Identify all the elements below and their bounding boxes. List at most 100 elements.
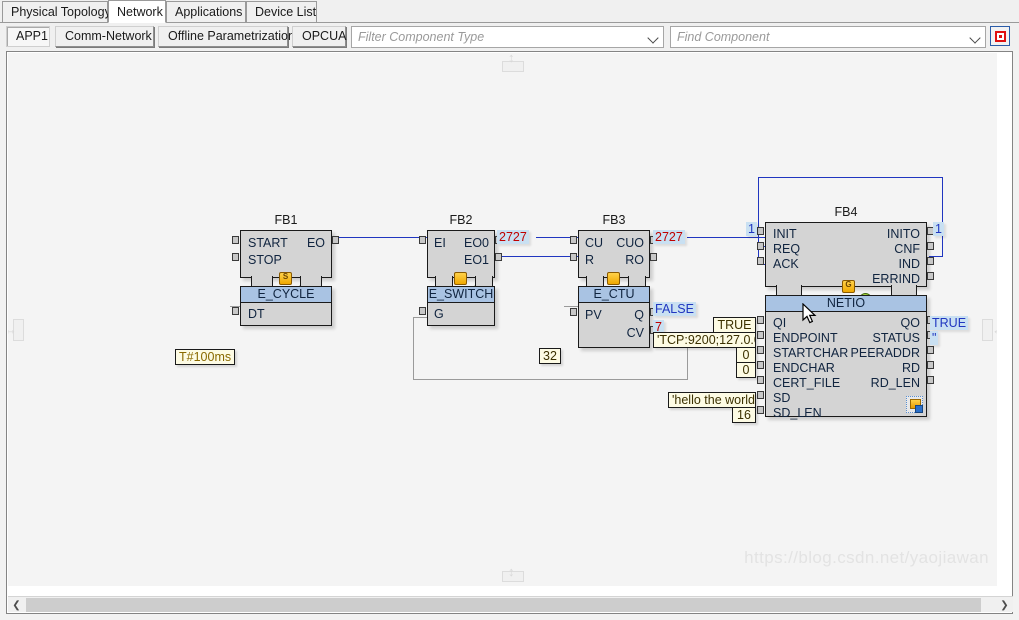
fb4-stub-qi[interactable] (757, 316, 764, 324)
fb4-stub-cnf[interactable] (927, 242, 934, 250)
fb4-pin-endchar[interactable]: ENDCHAR (773, 361, 835, 375)
fb4-event-body[interactable]: INIT REQ ACK INITO CNF IND ERRIND (765, 222, 927, 287)
fb4-pin-cert-file[interactable]: CERT_FILE (773, 376, 840, 390)
fb4-stub-errind[interactable] (927, 272, 934, 280)
literal-fb1-dt[interactable]: T#100ms (175, 349, 236, 365)
fb2-pin-g[interactable]: G (434, 307, 444, 321)
fb4-stub-sd-len[interactable] (757, 406, 764, 414)
chevron-right-icon[interactable]: ❯ (996, 597, 1013, 613)
fb3-pin-pv[interactable]: PV (585, 308, 602, 322)
fb4-stub-sd[interactable] (757, 391, 764, 399)
fb4-stub-peeraddr[interactable] (927, 346, 934, 354)
fb2-pin-eo0[interactable]: EO0 (464, 236, 489, 250)
fb4-pin-req[interactable]: REQ (773, 242, 800, 256)
fb1-data-body[interactable]: E_CYCLE DT (240, 286, 332, 326)
fb4-pin-rd[interactable]: RD (902, 361, 920, 375)
fb3-pin-r[interactable]: R (585, 253, 594, 267)
fb4-stub-rd[interactable] (927, 361, 934, 369)
fb4-pin-inito[interactable]: INITO (887, 227, 920, 241)
tab-network[interactable]: Network (108, 0, 166, 23)
fb1-pin-dt[interactable]: DT (248, 307, 265, 321)
toolbar-button-opcua[interactable]: OPCUA (292, 26, 346, 47)
fb2-pin-ei[interactable]: EI (434, 236, 446, 250)
chevron-down-icon[interactable] (645, 27, 663, 47)
fb4-stub-rd-len[interactable] (927, 376, 934, 384)
literal-fb4-sd[interactable]: 'hello the world!' (668, 392, 756, 408)
chevron-left-icon[interactable]: ❮ (8, 597, 25, 613)
fb4-stub-req[interactable] (757, 242, 764, 250)
tab-physical-topology[interactable]: Physical Topology (2, 1, 111, 23)
literal-fb4-qi[interactable]: TRUE (713, 317, 756, 333)
literal-fb4-endpoint[interactable]: 'TCP:9200;127.0.0... (653, 332, 756, 348)
fb3-stub-cu[interactable] (570, 236, 577, 244)
toolbar-button-app1[interactable]: APP1 (6, 26, 50, 47)
scrollbar-thumb[interactable] (26, 598, 981, 612)
toolbar-button-offline-parametrization[interactable]: Offline Parametrization (158, 26, 295, 47)
fb1-event-body[interactable]: START STOP EO (240, 230, 332, 278)
fb4-stub-endpoint[interactable] (757, 331, 764, 339)
fb1-stub-dt[interactable] (232, 307, 239, 315)
fb1-stub-stop[interactable] (232, 253, 239, 261)
function-block-fb4[interactable]: FB4 INIT REQ ACK INITO CNF IND ERRIND G … (757, 205, 934, 420)
right-collapse-icon: ↔ (992, 323, 997, 336)
fb4-pin-sd[interactable]: SD (773, 391, 790, 405)
fb4-pin-peeraddr[interactable]: PEERADDR (851, 346, 920, 360)
fb4-pin-status[interactable]: STATUS (873, 331, 920, 345)
fb3-pin-cu[interactable]: CU (585, 236, 603, 250)
fb4-pin-sd-len[interactable]: SD_LEN (773, 406, 822, 420)
fb4-stub-endchar[interactable] (757, 361, 764, 369)
fb3-stub-r[interactable] (570, 253, 577, 261)
function-block-fb1[interactable]: FB1 START STOP EO E_CYCLE (232, 213, 339, 326)
fb4-stub-startchar[interactable] (757, 346, 764, 354)
literal-fb4-sdlen[interactable]: 16 (732, 407, 756, 423)
literal-fb4-endchar[interactable]: 0 (736, 362, 756, 378)
fb4-stub-ack[interactable] (757, 257, 764, 265)
tab-applications[interactable]: Applications (166, 1, 246, 23)
fb3-stub-ro[interactable] (650, 253, 657, 261)
function-block-fb3[interactable]: FB3 CU R CUO RO E_CTU PV Q CV (570, 213, 657, 348)
fb3-stub-pv[interactable] (570, 308, 577, 316)
fb3-pin-q[interactable]: Q (634, 308, 644, 322)
literal-fb4-startchar[interactable]: 0 (736, 347, 756, 363)
fb2-stub-ei[interactable] (419, 236, 426, 244)
fb2-data-body[interactable]: E_SWITCH G (427, 286, 495, 326)
fb4-pin-endpoint[interactable]: ENDPOINT (773, 331, 838, 345)
fb4-pin-ind[interactable]: IND (898, 257, 920, 271)
filter-component-type-combo[interactable]: Filter Component Type (351, 26, 664, 48)
fb4-data-body[interactable]: NETIO QI ENDPOINT STARTCHAR ENDCHAR CERT… (765, 295, 927, 420)
fb2-stub-g[interactable] (419, 307, 426, 315)
fb4-pin-init[interactable]: INIT (773, 227, 797, 241)
fb3-data-body[interactable]: E_CTU PV Q CV (578, 286, 650, 348)
fb4-stub-ind[interactable] (927, 257, 934, 265)
fb1-stub-eo[interactable] (332, 236, 339, 244)
fb1-stub-start[interactable] (232, 236, 239, 244)
locate-component-button[interactable] (990, 26, 1010, 46)
fb4-pin-qi[interactable]: QI (773, 316, 786, 330)
fb1-pin-start[interactable]: START (248, 236, 288, 250)
fb2-event-body[interactable]: EI EO0 EO1 (427, 230, 495, 278)
toolbar-button-comm-network[interactable]: Comm-Network (55, 26, 154, 47)
fb3-pin-cuo[interactable]: CUO (616, 236, 644, 250)
fb4-pin-cnf[interactable]: CNF (894, 242, 920, 256)
fb4-stub-cert-file[interactable] (757, 376, 764, 384)
fb4-pin-qo[interactable]: QO (901, 316, 920, 330)
fb4-pin-rd-len[interactable]: RD_LEN (871, 376, 920, 390)
fb1-pin-eo[interactable]: EO (307, 236, 325, 250)
literal-fb3-pv[interactable]: 32 (539, 348, 561, 364)
fb1-pin-stop[interactable]: STOP (248, 253, 282, 267)
function-block-fb2[interactable]: FB2 EI EO0 EO1 E_SWITCH G (419, 213, 502, 326)
tab-device-list[interactable]: Device List (246, 1, 317, 23)
fb4-pin-ack[interactable]: ACK (773, 257, 799, 271)
network-editor-canvas[interactable]: ↕ ↔ ↔ ↕ (8, 53, 997, 586)
fb2-stub-eo1[interactable] (495, 253, 502, 261)
fb4-pin-errind[interactable]: ERRIND (872, 272, 920, 286)
fb4-pin-startchar[interactable]: STARTCHAR (773, 346, 848, 360)
fb2-pin-eo1[interactable]: EO1 (464, 253, 489, 267)
fb3-pin-ro[interactable]: RO (625, 253, 644, 267)
fb3-pin-cv[interactable]: CV (627, 326, 644, 340)
horizontal-scrollbar[interactable]: ❮ ❯ (8, 596, 1013, 612)
fb4-stub-init[interactable] (757, 227, 764, 235)
fb3-event-body[interactable]: CU R CUO RO (578, 230, 650, 278)
chevron-down-icon[interactable] (967, 27, 985, 47)
find-component-combo[interactable]: Find Component (670, 26, 986, 48)
